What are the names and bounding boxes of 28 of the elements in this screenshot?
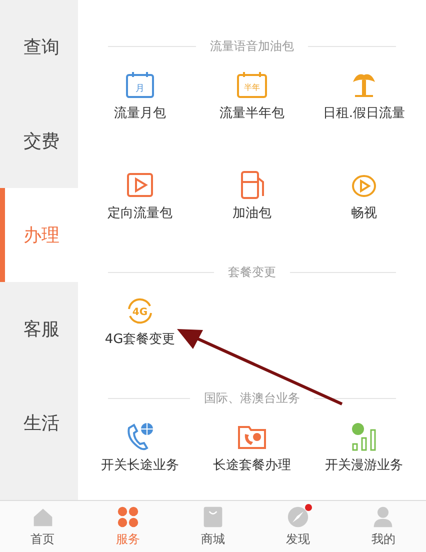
service-item[interactable]: 开关长途业务	[101, 458, 179, 474]
sidebar-item[interactable]: 交费	[0, 94, 78, 188]
service-item[interactable]: 日租.假日流量	[322, 106, 406, 122]
sidebar-item[interactable]: 查询	[0, 0, 78, 94]
person-icon[interactable]	[372, 506, 394, 528]
service-item[interactable]: 开关漫游业务	[325, 458, 403, 474]
bag-icon[interactable]	[202, 506, 224, 528]
service-item[interactable]: 加油包	[232, 206, 272, 222]
sidebar-item[interactable]: 客服	[0, 282, 78, 376]
section-title: 国际、港澳台业务	[204, 390, 300, 406]
tab-label[interactable]: 首页	[30, 530, 55, 548]
compass-icon[interactable]	[287, 506, 310, 528]
section-title: 套餐变更	[228, 264, 276, 280]
service-item[interactable]: 长途套餐办理	[213, 458, 291, 474]
globe-signal-icon	[349, 422, 379, 452]
section-title: 流量语音加油包	[210, 38, 294, 54]
sidebar-item[interactable]: 生活	[0, 376, 78, 470]
clover-icon[interactable]	[116, 506, 139, 528]
tab-label[interactable]: 我的	[371, 530, 396, 548]
play-icon	[125, 170, 155, 200]
service-item[interactable]: 定向流量包	[108, 206, 172, 222]
phone-globe-icon	[125, 422, 155, 452]
service-item[interactable]: 畅视	[351, 206, 377, 222]
tab-label[interactable]: 商城	[201, 530, 225, 548]
service-item[interactable]: 流量半年包	[220, 106, 284, 122]
service-item[interactable]: 流量月包	[114, 106, 166, 122]
tab-label[interactable]: 发现	[286, 530, 310, 548]
service-item[interactable]: 4G套餐变更	[104, 332, 176, 348]
